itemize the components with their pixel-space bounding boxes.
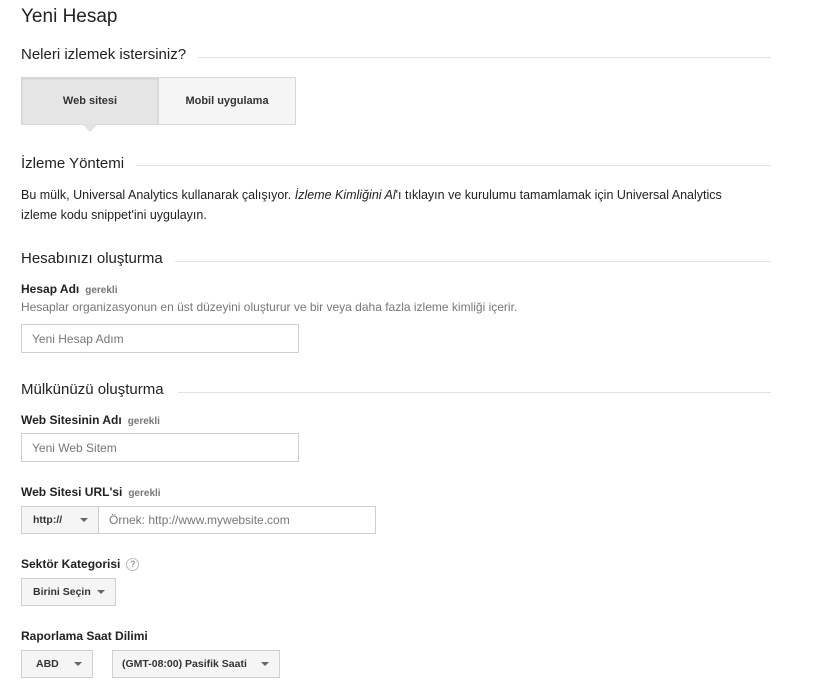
- tracking-method-divider: [136, 165, 771, 166]
- track-section-divider: [198, 57, 771, 58]
- account-name-help: Hesaplar organizasyonun en üst düzeyini …: [21, 300, 518, 314]
- protocol-dropdown[interactable]: http://: [21, 506, 99, 534]
- get-tracking-id-reference: İzleme Kimliğini Al: [294, 188, 396, 202]
- chevron-down-icon: [80, 518, 88, 522]
- account-section-divider: [175, 261, 771, 262]
- required-badge: gerekli: [128, 488, 161, 499]
- timezone-label: Raporlama Saat Dilimi: [21, 629, 148, 643]
- account-name-label: Hesap Adı gerekli: [21, 282, 118, 296]
- mobile-app-option-button[interactable]: Mobil uygulama: [158, 77, 296, 125]
- mobile-app-option-label: Mobil uygulama: [185, 95, 269, 107]
- chevron-down-icon: [74, 662, 82, 666]
- country-dropdown[interactable]: ABD: [21, 650, 93, 678]
- required-badge: gerekli: [85, 285, 118, 296]
- property-section-divider: [178, 392, 771, 393]
- track-section-heading: Neleri izlemek istersiniz?: [21, 46, 187, 63]
- country-value: ABD: [36, 658, 59, 670]
- website-option-label: Web sitesi: [62, 95, 118, 107]
- protocol-value: http://: [33, 514, 63, 526]
- site-url-label: Web Sitesi URL'si gerekli: [21, 485, 161, 499]
- tracking-method-description: Bu mülk, Universal Analytics kullanarak …: [21, 188, 722, 222]
- help-icon[interactable]: ?: [126, 557, 140, 571]
- account-section-heading: Hesabınızı oluşturma: [21, 250, 163, 267]
- website-option-button[interactable]: Web sitesi: [21, 77, 159, 125]
- page-title: Yeni Hesap: [21, 6, 118, 27]
- tracking-method-heading: İzleme Yöntemi: [21, 155, 125, 172]
- account-name-input[interactable]: [21, 324, 299, 353]
- site-name-label: Web Sitesinin Adı gerekli: [21, 413, 160, 427]
- site-name-input[interactable]: [21, 433, 299, 462]
- industry-dropdown[interactable]: Birini Seçin: [21, 578, 116, 606]
- chevron-down-icon: [97, 590, 105, 594]
- required-badge: gerekli: [127, 416, 160, 427]
- property-section-heading: Mülkünüzü oluşturma: [21, 381, 164, 398]
- selected-pointer-icon: [82, 124, 98, 132]
- industry-value: Birini Seçin: [33, 586, 91, 598]
- timezone-value: (GMT-08:00) Pasifik Saati: [122, 658, 247, 670]
- chevron-down-icon: [261, 662, 269, 666]
- site-url-input[interactable]: [98, 506, 376, 534]
- industry-label: Sektör Kategorisi ?: [21, 557, 140, 571]
- timezone-dropdown[interactable]: (GMT-08:00) Pasifik Saati: [112, 650, 280, 678]
